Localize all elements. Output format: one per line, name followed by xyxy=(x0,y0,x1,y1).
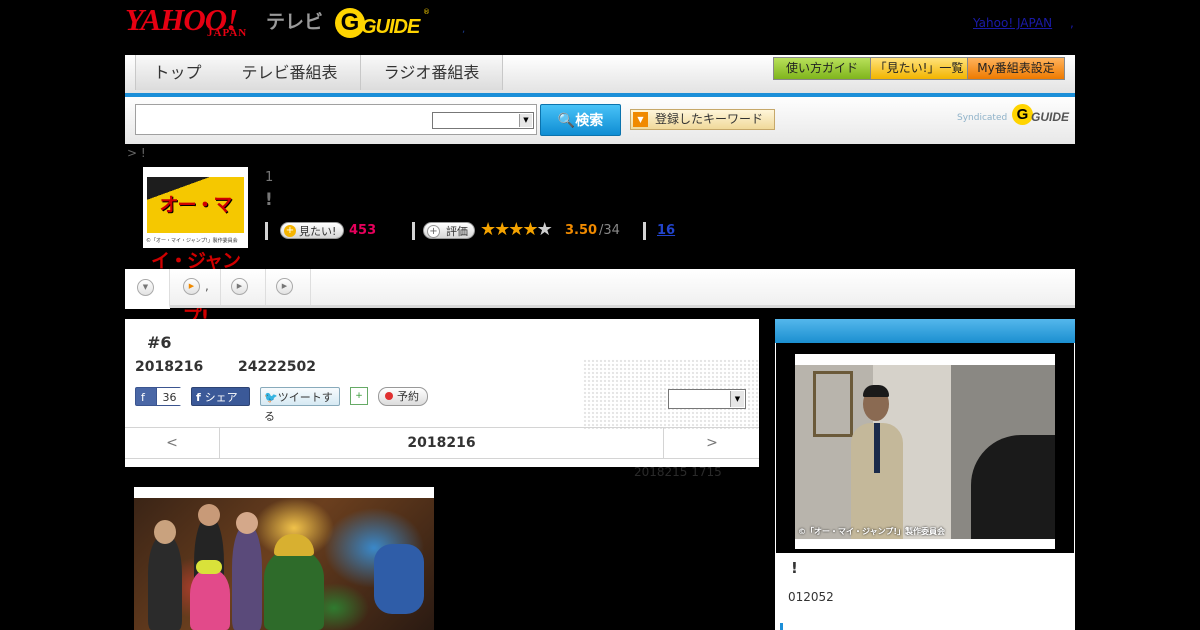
chevron-down-icon: ▼ xyxy=(137,279,154,296)
rate-label: 評価 xyxy=(446,225,468,238)
separator xyxy=(412,222,415,240)
tab-episodes-label: , xyxy=(205,279,209,293)
plus-icon: + xyxy=(284,225,296,237)
tweet-button[interactable]: 🐦ツイートする xyxy=(260,387,340,423)
tab-cast[interactable]: ▶ xyxy=(221,269,266,305)
want-count: 453 xyxy=(349,223,377,238)
rating-count: /34 xyxy=(599,223,620,238)
gguide-logo[interactable]: G GUIDE ® xyxy=(335,8,431,40)
sidebar-photo-caption: ©「オー・マイ・ジャンプ!」製作委員会 xyxy=(798,527,946,536)
episode-number: 1 xyxy=(265,170,274,185)
share-label: シェア xyxy=(204,391,238,404)
play-icon: ▶ xyxy=(276,278,293,295)
program-title: ! xyxy=(265,190,273,210)
prev-date-button[interactable]: < xyxy=(125,428,220,458)
episode-photo xyxy=(134,487,434,630)
star-rating: ★★★★★ xyxy=(480,219,553,240)
syndicated-logo-g: G xyxy=(1012,104,1033,125)
record-dot-icon xyxy=(385,392,393,400)
main-nav: トップ テレビ番組表 ラジオ番組表 使い方ガイド 「見たい!」一覧 My番組表設… xyxy=(125,55,1075,97)
next-date-button[interactable]: > xyxy=(663,428,760,458)
episode-scene-image xyxy=(134,498,434,630)
star-full-icon: ★ xyxy=(480,219,496,240)
search-button-label: 検索 xyxy=(575,113,604,129)
registered-keywords-button[interactable]: ▼ 登録したキーワード xyxy=(630,109,775,130)
want-to-watch-button[interactable]: + 見たい! xyxy=(280,222,344,239)
dropdown-arrow-icon: ▼ xyxy=(730,391,744,407)
header-comma: , xyxy=(1070,16,1074,30)
reserve-button[interactable]: 予約 xyxy=(378,387,428,406)
nav-tab-tv-listings[interactable]: テレビ番組表 xyxy=(219,55,361,90)
tab-info[interactable]: ▼ xyxy=(125,269,170,309)
facebook-icon: f xyxy=(196,391,205,404)
sidebar-number: 012052 xyxy=(788,590,834,604)
search-category-select[interactable]: ▼ xyxy=(432,112,534,129)
sidebar-header xyxy=(775,319,1075,343)
separator xyxy=(265,222,268,240)
program-tab-bar: ▼ ▶ , ▶ ▶ xyxy=(125,269,1075,309)
star-full-icon: ★ xyxy=(508,219,524,240)
separator xyxy=(643,222,646,240)
nav-tab-radio-listings[interactable]: ラジオ番組表 xyxy=(361,55,503,90)
rating-value: 3.50 xyxy=(565,223,598,238)
star-full-icon: ★ xyxy=(494,219,510,240)
search-bar: ▼ 🔍検索 ▼ 登録したキーワード Syndicated G GUIDE xyxy=(125,97,1075,144)
sidebar-accent-bar xyxy=(780,623,783,630)
header-separator: , xyxy=(462,24,466,35)
registered-keywords-label: 登録したキーワード xyxy=(655,112,764,126)
star-empty-icon: ★ xyxy=(536,219,553,240)
tab-episodes[interactable]: ▶ , xyxy=(170,269,221,305)
current-date: 2018216 xyxy=(407,435,476,451)
sidebar-info: ! 012052 xyxy=(775,553,1075,630)
syndicated-label: Syndicated xyxy=(957,113,1008,123)
registered-mark: ® xyxy=(423,8,430,16)
plus-icon: + xyxy=(427,225,440,238)
play-icon: ▶ xyxy=(183,278,200,295)
tv-label[interactable]: テレビ xyxy=(266,7,323,34)
search-icon: 🔍 xyxy=(557,113,576,129)
play-icon: ▶ xyxy=(231,278,248,295)
date-navigation: < 2018216 > xyxy=(125,427,759,459)
gguide-logo-text: GUIDE xyxy=(361,16,420,38)
episode-panel: #6 2018216 24222502 f 36 f シェア 🐦ツイートする +… xyxy=(125,319,759,467)
sidebar-photo[interactable]: ©「オー・マイ・ジャンプ!」製作委員会 xyxy=(795,354,1055,549)
yahoo-japan-link[interactable]: Yahoo! JAPAN xyxy=(973,16,1052,30)
yahoo-logo-sub: JAPAN xyxy=(207,27,248,39)
last-updated: 2018215 1715 xyxy=(634,465,722,479)
rate-button[interactable]: + 評価 xyxy=(423,222,475,239)
program-thumbnail-caption: ©「オー・マイ・ジャンプ!」製作委員会 xyxy=(146,238,238,244)
facebook-like-button[interactable]: f 36 xyxy=(135,387,182,406)
sidebar-scene-image: ©「オー・マイ・ジャンプ!」製作委員会 xyxy=(795,365,1055,539)
program-thumbnail-title: オー・マイ・ジャンプ! xyxy=(147,177,244,328)
yahoo-japan-logo[interactable]: YAHOO! JAPAN xyxy=(125,4,261,41)
facebook-share-button[interactable]: f シェア xyxy=(191,387,250,406)
syndicated-logo-text: GUIDE xyxy=(1031,110,1070,124)
search-button[interactable]: 🔍検索 xyxy=(540,104,621,136)
air-time: 24222502 xyxy=(238,359,316,375)
reserve-label: 予約 xyxy=(397,390,419,403)
sidebar-title: ! xyxy=(791,559,798,577)
breadcrumb[interactable]: > ! xyxy=(127,146,146,160)
twitter-bird-icon: 🐦 xyxy=(264,391,278,404)
facebook-icon: f xyxy=(141,391,145,404)
want-list-button[interactable]: 「見たい!」一覧 xyxy=(870,57,968,80)
program-thumbnail[interactable]: オー・マイ・ジャンプ! ©「オー・マイ・ジャンプ!」製作委員会 xyxy=(143,167,248,328)
dropdown-triangle-icon: ▼ xyxy=(633,112,648,127)
want-to-watch-label: 見たい! xyxy=(299,225,337,238)
my-listings-settings-button[interactable]: My番組表設定 xyxy=(967,57,1065,80)
nav-tab-top[interactable]: トップ xyxy=(135,55,220,90)
dropdown-arrow-icon: ▼ xyxy=(519,114,532,127)
like-count: 36 xyxy=(156,388,182,405)
syndicated-gguide-logo: G GUIDE xyxy=(1012,104,1069,126)
episode-heading: #6 xyxy=(147,333,172,352)
calendar-add-icon[interactable]: + xyxy=(350,387,368,405)
tab-reviews[interactable]: ▶ xyxy=(266,269,311,305)
air-date: 2018216 xyxy=(135,359,204,375)
reminder-select[interactable]: ▼ xyxy=(668,389,746,409)
review-count-link[interactable]: 16 xyxy=(657,223,675,238)
star-half-icon: ★ xyxy=(522,219,538,240)
usage-guide-button[interactable]: 使い方ガイド xyxy=(773,57,871,80)
